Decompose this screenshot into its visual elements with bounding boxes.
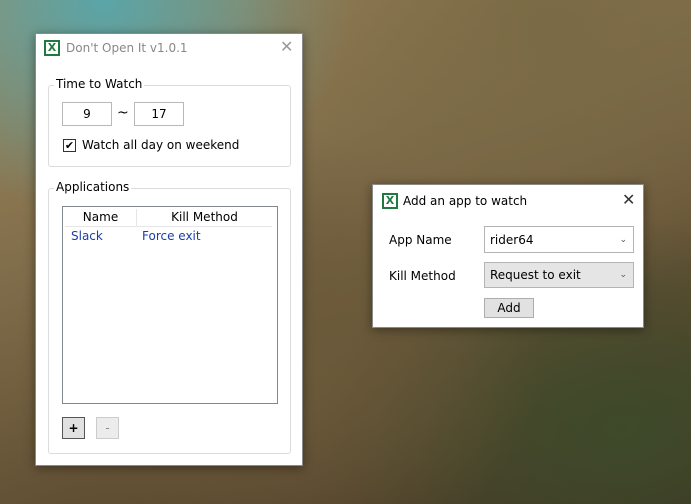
window-title: Don't Open It v1.0.1: [66, 41, 188, 55]
app-icon: X: [382, 193, 398, 209]
applications-list[interactable]: Name Kill Method Slack Force exit: [62, 206, 278, 404]
cell-name: Slack: [71, 229, 103, 243]
add-app-dialog: X Add an app to watch ✕ App Name rider64…: [372, 184, 644, 328]
group-label: Time to Watch: [54, 77, 145, 91]
app-name-value: rider64: [490, 233, 534, 247]
chevron-down-icon: ⌄: [619, 270, 627, 280]
add-app-button[interactable]: +: [62, 417, 85, 439]
kill-method-dropdown[interactable]: Request to exit ⌄: [484, 262, 634, 288]
app-icon: X: [44, 40, 60, 56]
start-hour-input[interactable]: 9: [62, 102, 112, 126]
remove-app-button[interactable]: -: [96, 417, 119, 439]
app-name-combobox[interactable]: rider64 ⌄: [484, 226, 634, 253]
app-name-label: App Name: [389, 233, 452, 247]
close-button[interactable]: ✕: [280, 37, 293, 56]
kill-method-value: Request to exit: [490, 268, 581, 282]
applications-group: Applications Name Kill Method Slack Forc…: [48, 180, 291, 454]
main-window: X Don't Open It v1.0.1 ✕ Time to Watch 9…: [35, 33, 303, 466]
group-label: Applications: [54, 180, 132, 194]
weekend-label[interactable]: Watch all day on weekend: [82, 138, 239, 152]
column-header-name[interactable]: Name: [65, 209, 137, 226]
kill-method-label: Kill Method: [389, 269, 456, 283]
table-row[interactable]: Slack Force exit: [65, 229, 272, 247]
tilde-separator: ~: [117, 105, 129, 121]
list-header: Name Kill Method: [65, 209, 272, 227]
column-header-kill-method[interactable]: Kill Method: [137, 209, 272, 226]
time-to-watch-group: Time to Watch 9 ~ 17 ✔ Watch all day on …: [48, 77, 291, 167]
add-button[interactable]: Add: [484, 298, 534, 318]
end-hour-input[interactable]: 17: [134, 102, 184, 126]
chevron-down-icon: ⌄: [619, 235, 627, 245]
close-button[interactable]: ✕: [622, 190, 635, 209]
cell-kill-method: Force exit: [142, 229, 201, 243]
weekend-checkbox[interactable]: ✔: [63, 139, 76, 152]
dialog-title: Add an app to watch: [403, 194, 528, 208]
